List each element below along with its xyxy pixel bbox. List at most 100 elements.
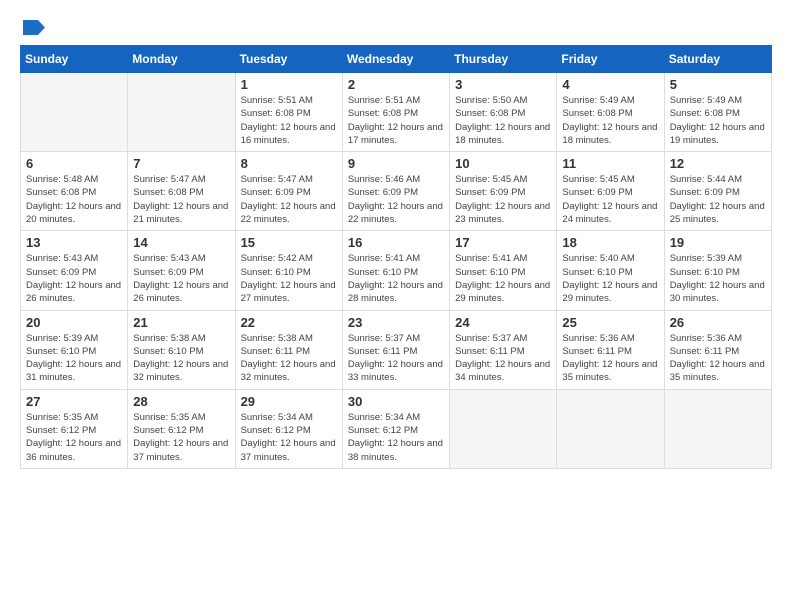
day-info: Sunrise: 5:47 AM Sunset: 6:09 PM Dayligh… (241, 173, 337, 226)
day-info: Sunrise: 5:34 AM Sunset: 6:12 PM Dayligh… (241, 411, 337, 464)
calendar-day-cell: 15 Sunrise: 5:42 AM Sunset: 6:10 PM Dayli… (235, 231, 342, 310)
day-info: Sunrise: 5:51 AM Sunset: 6:08 PM Dayligh… (241, 94, 337, 147)
calendar-week-row: 27Sunrise: 5:35 AM Sunset: 6:12 PM Dayli… (21, 389, 772, 468)
day-number: 3 (455, 77, 551, 92)
calendar-week-row: 6 Sunrise: 5:48 AM Sunset: 6:08 PM Daylig… (21, 152, 772, 231)
calendar-day-cell: 27Sunrise: 5:35 AM Sunset: 6:12 PM Dayli… (21, 389, 128, 468)
day-info: Sunrise: 5:51 AM Sunset: 6:08 PM Dayligh… (348, 94, 444, 147)
calendar-day-cell: 26 Sunrise: 5:36 AM Sunset: 6:11 PM Dayli… (664, 310, 771, 389)
day-info: Sunrise: 5:48 AM Sunset: 6:08 PM Dayligh… (26, 173, 122, 226)
day-number: 7 (133, 156, 229, 171)
day-number: 13 (26, 235, 122, 250)
logo-icon (23, 20, 45, 35)
day-info: Sunrise: 5:35 AM Sunset: 6:12 PM Dayligh… (133, 411, 229, 464)
calendar-day-cell: 25 Sunrise: 5:36 AM Sunset: 6:11 PM Dayli… (557, 310, 664, 389)
calendar-day-cell: 13 Sunrise: 5:43 AM Sunset: 6:09 PM Dayli… (21, 231, 128, 310)
calendar-day-cell: 4 Sunrise: 5:49 AM Sunset: 6:08 PM Daylig… (557, 73, 664, 152)
day-info: Sunrise: 5:36 AM Sunset: 6:11 PM Dayligh… (670, 332, 766, 385)
day-info: Sunrise: 5:38 AM Sunset: 6:10 PM Dayligh… (133, 332, 229, 385)
calendar-empty-cell (557, 389, 664, 468)
calendar-day-cell: 20 Sunrise: 5:39 AM Sunset: 6:10 PM Dayli… (21, 310, 128, 389)
calendar-header-friday: Friday (557, 46, 664, 73)
calendar-day-cell: 9 Sunrise: 5:46 AM Sunset: 6:09 PM Daylig… (342, 152, 449, 231)
day-number: 18 (562, 235, 658, 250)
day-number: 26 (670, 315, 766, 330)
calendar-day-cell: 14 Sunrise: 5:43 AM Sunset: 6:09 PM Dayli… (128, 231, 235, 310)
day-number: 28 (133, 394, 229, 409)
day-number: 4 (562, 77, 658, 92)
calendar-day-cell: 17 Sunrise: 5:41 AM Sunset: 6:10 PM Dayli… (450, 231, 557, 310)
calendar-day-cell: 7Sunrise: 5:47 AM Sunset: 6:08 PM Daylig… (128, 152, 235, 231)
calendar-empty-cell (664, 389, 771, 468)
calendar-empty-cell (21, 73, 128, 152)
day-info: Sunrise: 5:38 AM Sunset: 6:11 PM Dayligh… (241, 332, 337, 385)
day-number: 10 (455, 156, 551, 171)
day-number: 30 (348, 394, 444, 409)
calendar-day-cell: 2 Sunrise: 5:51 AM Sunset: 6:08 PM Daylig… (342, 73, 449, 152)
calendar-day-cell: 29 Sunrise: 5:34 AM Sunset: 6:12 PM Dayli… (235, 389, 342, 468)
calendar-header-monday: Monday (128, 46, 235, 73)
day-info: Sunrise: 5:41 AM Sunset: 6:10 PM Dayligh… (348, 252, 444, 305)
calendar-day-cell: 1 Sunrise: 5:51 AM Sunset: 6:08 PM Daylig… (235, 73, 342, 152)
calendar-day-cell: 30 Sunrise: 5:34 AM Sunset: 6:12 PM Dayli… (342, 389, 449, 468)
calendar-header-wednesday: Wednesday (342, 46, 449, 73)
day-info: Sunrise: 5:35 AM Sunset: 6:12 PM Dayligh… (26, 411, 122, 464)
day-number: 15 (241, 235, 337, 250)
day-info: Sunrise: 5:45 AM Sunset: 6:09 PM Dayligh… (455, 173, 551, 226)
day-number: 9 (348, 156, 444, 171)
day-info: Sunrise: 5:34 AM Sunset: 6:12 PM Dayligh… (348, 411, 444, 464)
day-info: Sunrise: 5:41 AM Sunset: 6:10 PM Dayligh… (455, 252, 551, 305)
day-number: 24 (455, 315, 551, 330)
day-number: 29 (241, 394, 337, 409)
calendar-day-cell: 23 Sunrise: 5:37 AM Sunset: 6:11 PM Dayli… (342, 310, 449, 389)
day-info: Sunrise: 5:37 AM Sunset: 6:11 PM Dayligh… (455, 332, 551, 385)
day-number: 14 (133, 235, 229, 250)
calendar-day-cell: 11Sunrise: 5:45 AM Sunset: 6:09 PM Dayli… (557, 152, 664, 231)
calendar-empty-cell (128, 73, 235, 152)
day-number: 16 (348, 235, 444, 250)
calendar-week-row: 13 Sunrise: 5:43 AM Sunset: 6:09 PM Dayli… (21, 231, 772, 310)
day-info: Sunrise: 5:50 AM Sunset: 6:08 PM Dayligh… (455, 94, 551, 147)
day-info: Sunrise: 5:49 AM Sunset: 6:08 PM Dayligh… (670, 94, 766, 147)
day-number: 21 (133, 315, 229, 330)
calendar-day-cell: 12 Sunrise: 5:44 AM Sunset: 6:09 PM Dayli… (664, 152, 771, 231)
day-number: 8 (241, 156, 337, 171)
logo (20, 20, 45, 35)
calendar-table: SundayMondayTuesdayWednesdayThursdayFrid… (20, 45, 772, 469)
calendar-day-cell: 5Sunrise: 5:49 AM Sunset: 6:08 PM Daylig… (664, 73, 771, 152)
calendar-day-cell: 24 Sunrise: 5:37 AM Sunset: 6:11 PM Dayli… (450, 310, 557, 389)
day-number: 12 (670, 156, 766, 171)
calendar-day-cell: 18 Sunrise: 5:40 AM Sunset: 6:10 PM Dayli… (557, 231, 664, 310)
calendar-header-tuesday: Tuesday (235, 46, 342, 73)
day-info: Sunrise: 5:43 AM Sunset: 6:09 PM Dayligh… (133, 252, 229, 305)
calendar-header-sunday: Sunday (21, 46, 128, 73)
day-number: 19 (670, 235, 766, 250)
day-number: 20 (26, 315, 122, 330)
calendar-empty-cell (450, 389, 557, 468)
day-number: 6 (26, 156, 122, 171)
calendar-day-cell: 28 Sunrise: 5:35 AM Sunset: 6:12 PM Dayli… (128, 389, 235, 468)
day-number: 1 (241, 77, 337, 92)
day-info: Sunrise: 5:39 AM Sunset: 6:10 PM Dayligh… (670, 252, 766, 305)
day-info: Sunrise: 5:36 AM Sunset: 6:11 PM Dayligh… (562, 332, 658, 385)
calendar-header-thursday: Thursday (450, 46, 557, 73)
calendar-day-cell: 16 Sunrise: 5:41 AM Sunset: 6:10 PM Dayli… (342, 231, 449, 310)
calendar-day-cell: 22 Sunrise: 5:38 AM Sunset: 6:11 PM Dayli… (235, 310, 342, 389)
day-info: Sunrise: 5:46 AM Sunset: 6:09 PM Dayligh… (348, 173, 444, 226)
day-number: 25 (562, 315, 658, 330)
day-info: Sunrise: 5:39 AM Sunset: 6:10 PM Dayligh… (26, 332, 122, 385)
day-info: Sunrise: 5:49 AM Sunset: 6:08 PM Dayligh… (562, 94, 658, 147)
day-info: Sunrise: 5:43 AM Sunset: 6:09 PM Dayligh… (26, 252, 122, 305)
day-number: 11 (562, 156, 658, 171)
day-number: 17 (455, 235, 551, 250)
calendar-week-row: 1 Sunrise: 5:51 AM Sunset: 6:08 PM Daylig… (21, 73, 772, 152)
day-info: Sunrise: 5:40 AM Sunset: 6:10 PM Dayligh… (562, 252, 658, 305)
day-info: Sunrise: 5:37 AM Sunset: 6:11 PM Dayligh… (348, 332, 444, 385)
day-number: 2 (348, 77, 444, 92)
day-number: 22 (241, 315, 337, 330)
page-header (20, 20, 772, 35)
calendar-day-cell: 3 Sunrise: 5:50 AM Sunset: 6:08 PM Daylig… (450, 73, 557, 152)
day-info: Sunrise: 5:44 AM Sunset: 6:09 PM Dayligh… (670, 173, 766, 226)
day-info: Sunrise: 5:42 AM Sunset: 6:10 PM Dayligh… (241, 252, 337, 305)
day-number: 23 (348, 315, 444, 330)
